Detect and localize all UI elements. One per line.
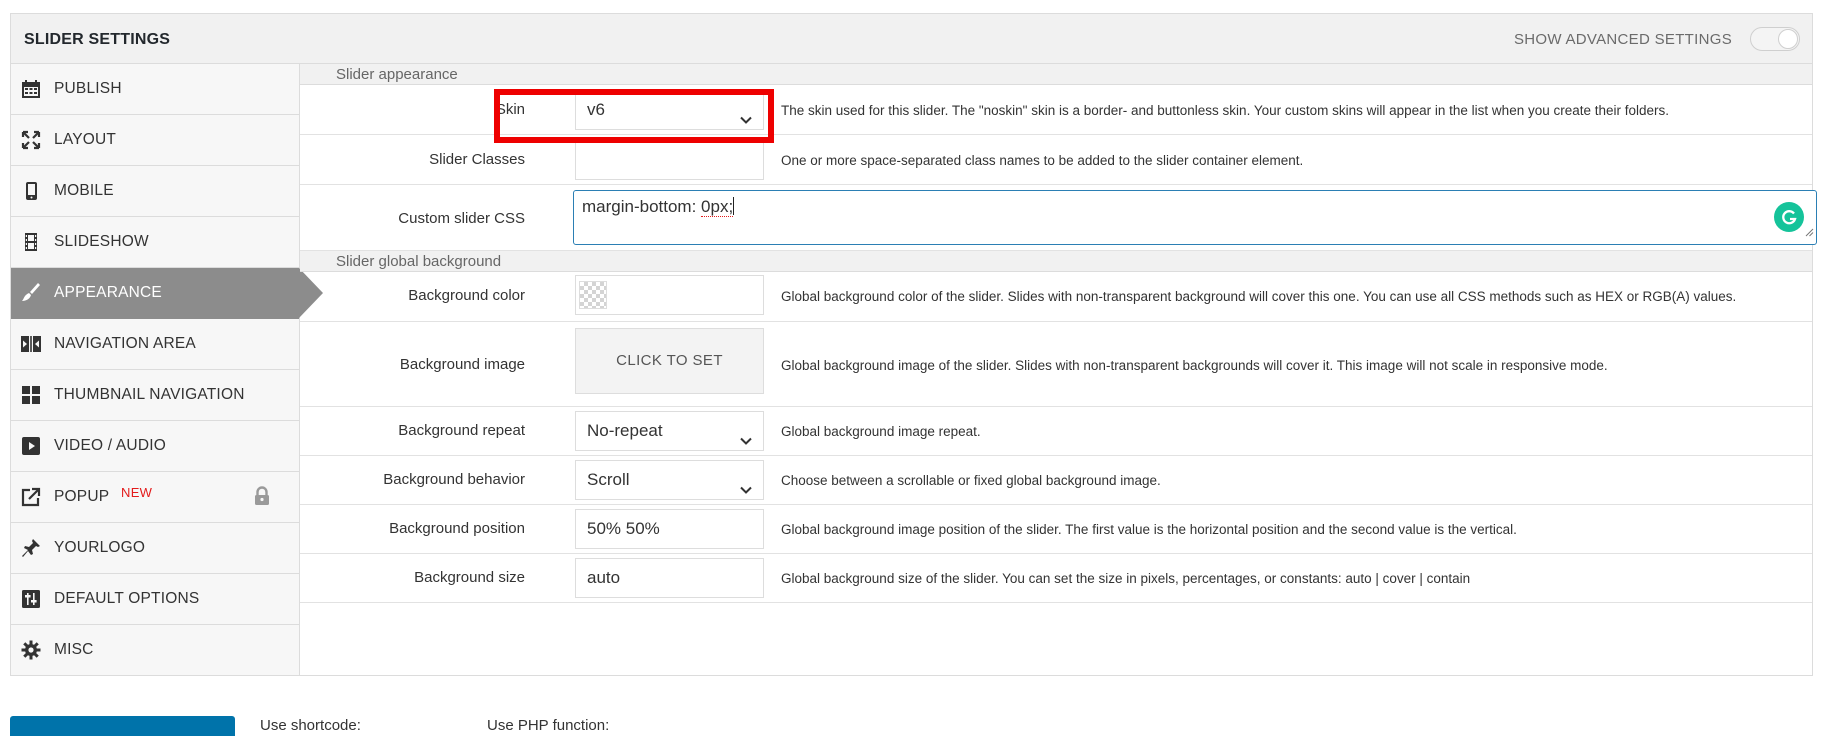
advanced-settings-toggle[interactable]: [1750, 27, 1800, 51]
sidebar-item-label: DEFAULT OPTIONS: [54, 590, 200, 607]
grid-icon: [21, 385, 41, 405]
background-image-label: Background image: [399, 356, 525, 373]
slider-classes-label: Slider Classes: [429, 151, 525, 168]
row-background-size: Background size auto Global background s…: [300, 554, 1812, 603]
php-function-label: Use PHP function:: [487, 717, 610, 734]
new-badge: NEW: [121, 485, 153, 500]
shortcode-label: Use shortcode:: [260, 717, 361, 734]
film-icon: [21, 232, 41, 252]
background-repeat-select[interactable]: No-repeat: [575, 411, 764, 451]
row-slider-classes: Slider Classes One or more space-separat…: [300, 135, 1812, 185]
slider-classes-description: One or more space-separated class names …: [781, 153, 1304, 168]
background-repeat-value: No-repeat: [587, 421, 663, 440]
background-position-label: Background position: [389, 520, 525, 537]
sidebar-item-label: MOBILE: [54, 182, 114, 199]
skin-description: The skin used for this slider. The "nosk…: [781, 103, 1670, 118]
section-heading-appearance: Slider appearance: [300, 64, 1812, 85]
advanced-settings-label: SHOW ADVANCED SETTINGS: [1513, 31, 1732, 48]
skin-select[interactable]: v6: [575, 90, 764, 130]
custom-css-textarea[interactable]: margin-bottom: 0px;: [573, 190, 1817, 245]
pin-icon: [21, 538, 41, 558]
background-color-picker[interactable]: [575, 275, 764, 315]
toggle-knob: [1778, 29, 1798, 49]
gear-icon: [21, 640, 41, 660]
panel-title: SLIDER SETTINGS: [24, 31, 171, 48]
sidebar-item-publish[interactable]: PUBLISH: [11, 64, 299, 115]
background-size-input[interactable]: auto: [575, 558, 764, 598]
background-size-description: Global background size of the slider. Yo…: [781, 571, 1471, 586]
sidebar-item-navigation-area[interactable]: NAVIGATION AREA: [11, 319, 299, 370]
grammarly-icon[interactable]: [1774, 202, 1804, 232]
sidebar-item-misc[interactable]: MISC: [11, 625, 299, 676]
sidebar-item-label: SLIDESHOW: [54, 233, 149, 250]
transparent-swatch: [579, 281, 607, 309]
sidebar-item-label: THUMBNAIL NAVIGATION: [54, 386, 245, 403]
sidebar-item-label: YOURLOGO: [54, 539, 146, 556]
sidebar-item-layout[interactable]: LAYOUT: [11, 115, 299, 166]
background-position-input[interactable]: 50% 50%: [575, 509, 764, 549]
brush-icon: [21, 283, 41, 303]
save-button[interactable]: [10, 716, 235, 736]
background-behavior-select[interactable]: Scroll: [575, 460, 764, 500]
row-skin: Skin v6 The skin used for this slider. T…: [300, 85, 1812, 135]
background-size-label: Background size: [414, 569, 525, 586]
background-position-description: Global background image position of the …: [781, 522, 1517, 537]
slider-classes-input[interactable]: [575, 140, 764, 180]
sidebar-item-mobile[interactable]: MOBILE: [11, 166, 299, 217]
background-color-description: Global background color of the slider. S…: [781, 289, 1737, 304]
background-behavior-value: Scroll: [587, 470, 630, 489]
mobile-icon: [21, 181, 41, 201]
sidebar-item-video-audio[interactable]: VIDEO / AUDIO: [11, 421, 299, 472]
expand-arrows-icon: [21, 130, 41, 150]
row-background-behavior: Background behavior Scroll Choose betwee…: [300, 456, 1812, 505]
set-background-image-button[interactable]: CLICK TO SET: [575, 328, 764, 394]
sidebar-item-label: POPUP: [54, 488, 110, 505]
background-color-label: Background color: [408, 287, 525, 304]
sidebar-item-label: MISC: [54, 641, 94, 658]
row-background-image: Background image CLICK TO SET Global bac…: [300, 322, 1812, 407]
background-size-value: auto: [587, 568, 621, 587]
background-repeat-label: Background repeat: [398, 422, 525, 439]
calendar-icon: [21, 79, 41, 99]
navigation-arrows-icon: [21, 334, 41, 354]
sidebar-item-default-options[interactable]: DEFAULT OPTIONS: [11, 574, 299, 625]
background-behavior-description: Choose between a scrollable or fixed glo…: [781, 473, 1161, 488]
external-link-icon: [21, 487, 41, 507]
sidebar-item-label: NAVIGATION AREA: [54, 335, 196, 352]
panel-header: SLIDER SETTINGS SHOW ADVANCED SETTINGS: [11, 14, 1812, 64]
skin-select-value: v6: [587, 100, 605, 119]
spelling-underline: 0px;: [701, 197, 734, 217]
row-custom-css: Custom slider CSS margin-bottom: 0px;: [300, 185, 1817, 251]
sidebar-item-yourlogo[interactable]: YOURLOGO: [11, 523, 299, 574]
text-caret: [733, 197, 735, 215]
custom-css-label: Custom slider CSS: [398, 210, 525, 227]
background-image-description: Global background image of the slider. S…: [781, 358, 1608, 373]
skin-label: Skin: [495, 101, 525, 118]
sidebar-item-slideshow[interactable]: SLIDESHOW: [11, 217, 299, 268]
sidebar-item-label: APPEARANCE: [54, 284, 162, 301]
resize-handle-icon[interactable]: [1805, 222, 1814, 242]
sidebar-item-popup[interactable]: POPUP NEW: [11, 472, 299, 523]
section-heading-background: Slider global background: [300, 251, 1812, 272]
sliders-icon: [21, 589, 41, 609]
row-background-position: Background position 50% 50% Global backg…: [300, 505, 1812, 554]
sidebar-item-label: LAYOUT: [54, 131, 117, 148]
sidebar-item-label: VIDEO / AUDIO: [54, 437, 166, 454]
slider-settings-panel: SLIDER SETTINGS SHOW ADVANCED SETTINGS P…: [10, 13, 1817, 676]
sidebar-item-thumbnail-navigation[interactable]: THUMBNAIL NAVIGATION: [11, 370, 299, 421]
row-background-repeat: Background repeat No-repeat Global backg…: [300, 407, 1812, 456]
row-background-color: Background color Global background color…: [300, 272, 1812, 322]
background-position-value: 50% 50%: [587, 519, 660, 538]
custom-css-text: margin-bottom:: [582, 197, 702, 216]
background-behavior-label: Background behavior: [383, 471, 525, 488]
settings-content: Slider appearance Skin v6 The skin used …: [300, 64, 1817, 675]
sidebar-item-label: PUBLISH: [54, 80, 122, 97]
lock-icon: [253, 486, 271, 511]
settings-sidebar: PUBLISH LAYOUT MOBILE SLIDESHOW APPEARAN…: [11, 64, 323, 676]
sidebar-item-appearance[interactable]: APPEARANCE: [11, 268, 323, 319]
play-icon: [21, 436, 41, 456]
background-repeat-description: Global background image repeat.: [781, 424, 981, 439]
